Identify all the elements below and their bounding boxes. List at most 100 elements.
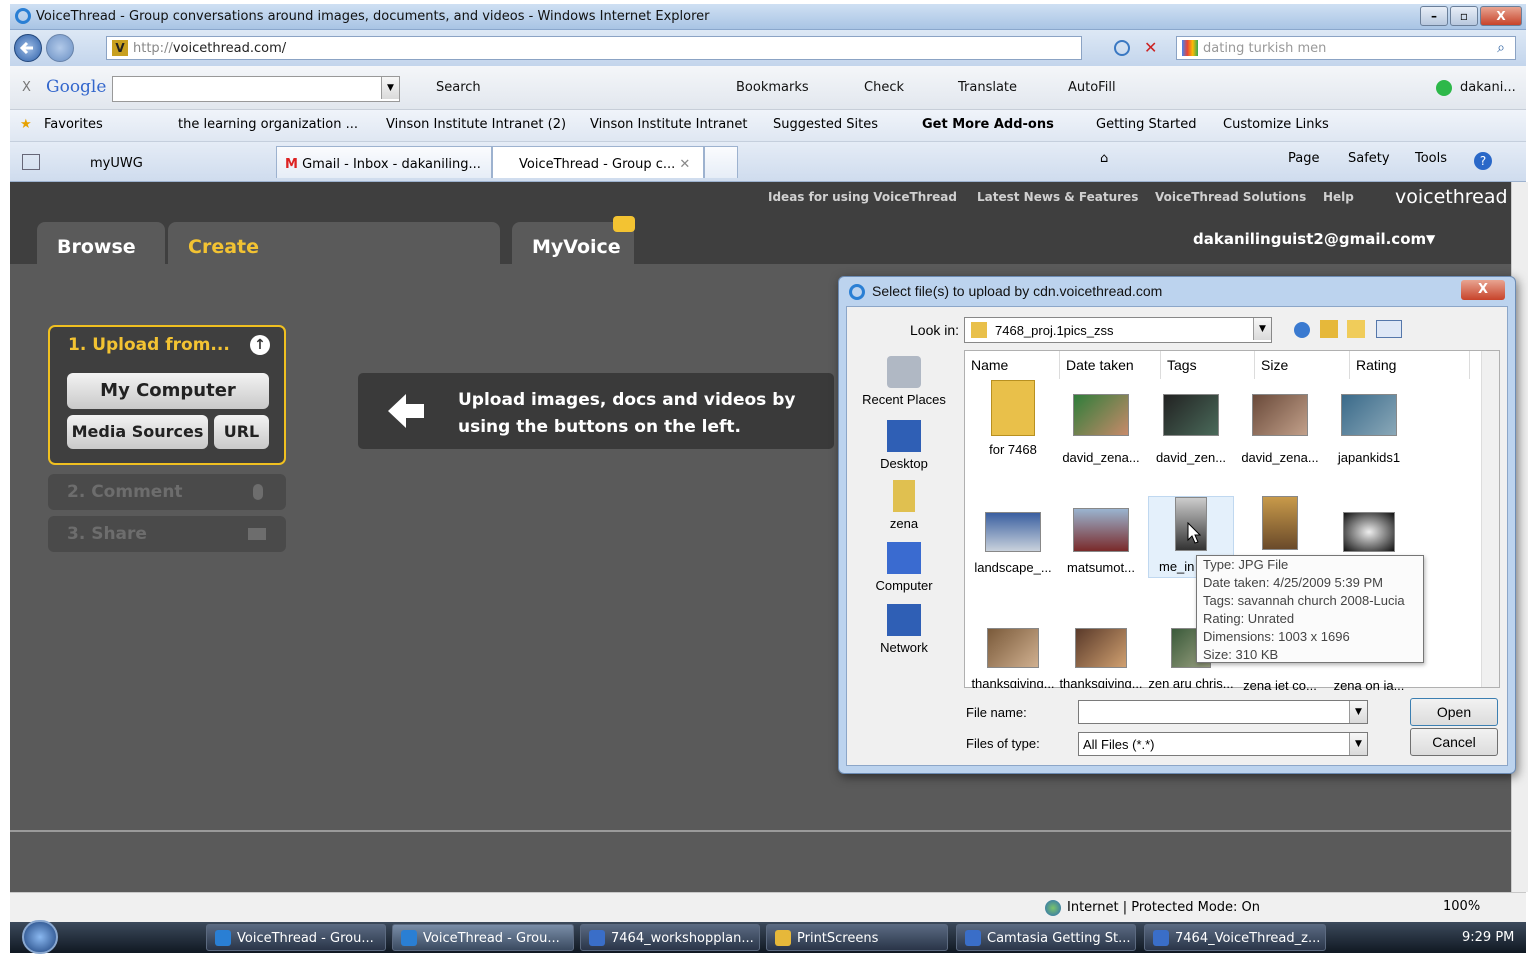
look-in-label: Look in: xyxy=(910,322,960,338)
fav-link-customize[interactable]: Customize Links xyxy=(1223,117,1329,132)
account-dropdown-icon[interactable]: ▼ xyxy=(1426,232,1435,246)
place-computer[interactable]: Computer xyxy=(858,542,950,593)
column-rating[interactable]: Rating xyxy=(1350,351,1470,379)
step-comment[interactable]: 2. Comment xyxy=(48,474,286,510)
dialog-close-button[interactable]: X xyxy=(1461,280,1505,300)
zoom-level[interactable]: 100% xyxy=(1443,899,1480,914)
step-share[interactable]: 3. Share xyxy=(48,516,286,552)
translate-button[interactable]: Translate xyxy=(958,80,1017,95)
file-item[interactable]: david_zen... xyxy=(1148,394,1234,465)
link-help[interactable]: Help xyxy=(1323,190,1354,204)
taskbar-item-workshopplan[interactable]: 7464_workshopplan... xyxy=(580,924,760,951)
favorites-button[interactable]: Favorites xyxy=(44,117,103,132)
link-ideas[interactable]: Ideas for using VoiceThread xyxy=(768,190,957,204)
my-computer-button[interactable]: My Computer xyxy=(67,373,269,409)
bookmarks-button[interactable]: Bookmarks xyxy=(736,80,809,95)
ie-icon xyxy=(215,930,231,946)
toolbar-close-button[interactable]: X xyxy=(22,80,31,95)
search-icon[interactable]: ⌕ xyxy=(1497,40,1505,56)
column-size[interactable]: Size xyxy=(1255,351,1350,379)
views-menu-icon[interactable] xyxy=(1376,320,1402,338)
place-network[interactable]: Network xyxy=(858,604,950,655)
look-in-dropdown[interactable]: 7468_proj.1pics_zss ▼ xyxy=(964,317,1272,343)
file-item-folder[interactable]: for 7468 xyxy=(970,380,1056,457)
new-folder-icon[interactable] xyxy=(1347,320,1365,338)
column-tags[interactable]: Tags xyxy=(1161,351,1255,379)
live-search-field[interactable]: dating turkish men ⌕ xyxy=(1176,36,1516,60)
back-button[interactable] xyxy=(14,34,42,62)
close-window-button[interactable]: X xyxy=(1480,6,1522,26)
tab-myuwg[interactable]: myUWG xyxy=(62,146,280,178)
upload-panel: 1. Upload from... ↑ My Computer Media So… xyxy=(48,325,286,465)
home-icon[interactable]: ⌂ xyxy=(1100,151,1108,166)
file-item[interactable]: matsumot... xyxy=(1058,508,1144,575)
security-zone[interactable]: Internet | Protected Mode: On xyxy=(1067,900,1260,915)
help-icon[interactable]: ? xyxy=(1474,152,1492,170)
fav-link-vinson[interactable]: Vinson Institute Intranet xyxy=(590,117,748,132)
link-solutions[interactable]: VoiceThread Solutions xyxy=(1155,190,1306,204)
url-field[interactable]: V http://voicethread.com/ xyxy=(106,36,1082,60)
place-recent[interactable]: Recent Places xyxy=(858,356,950,407)
safety-menu[interactable]: Safety xyxy=(1348,151,1390,166)
url-button[interactable]: URL xyxy=(214,415,269,449)
tools-menu[interactable]: Tools xyxy=(1415,151,1447,166)
cancel-button[interactable]: Cancel xyxy=(1410,728,1498,756)
taskbar-item-voicethread-1[interactable]: VoiceThread - Grou... xyxy=(206,924,386,951)
globe-icon xyxy=(1045,900,1061,916)
start-button-icon[interactable] xyxy=(22,920,58,954)
up-folder-icon[interactable] xyxy=(1320,320,1338,338)
file-label: thanksgiving... xyxy=(1059,676,1143,688)
file-list-scrollbar[interactable] xyxy=(1481,351,1499,687)
file-label: japankids1 xyxy=(1337,450,1401,465)
refresh-icon[interactable] xyxy=(1114,40,1130,56)
files-of-type-select[interactable]: All Files (*.*) ▼ xyxy=(1078,732,1368,756)
quick-tabs-icon[interactable] xyxy=(22,154,40,170)
new-tab-button[interactable] xyxy=(704,146,738,178)
nav-browse[interactable]: Browse xyxy=(37,222,165,264)
taskbar-label: 7464_VoiceThread_z... xyxy=(1175,931,1321,946)
maximize-button[interactable]: ▫ xyxy=(1450,6,1478,26)
file-item[interactable] xyxy=(1326,512,1412,552)
file-item[interactable]: thanksgiving... xyxy=(970,628,1056,688)
fav-link-suggested-sites[interactable]: Suggested Sites xyxy=(773,117,878,132)
fav-link-addons[interactable]: Get More Add-ons xyxy=(922,117,1054,132)
google-search-input[interactable]: ▼ xyxy=(112,76,400,102)
place-desktop[interactable]: Desktop xyxy=(858,420,950,471)
file-item[interactable] xyxy=(1237,496,1323,550)
user-email[interactable]: dakanilinguist2@gmail.com xyxy=(1193,230,1426,248)
tab-voicethread[interactable]: VoiceThread - Group c... ✕ xyxy=(492,146,704,178)
fav-link-learning-org[interactable]: the learning organization ... xyxy=(178,117,358,132)
minimize-button[interactable]: – xyxy=(1420,6,1448,26)
file-name-input[interactable]: ▼ xyxy=(1078,700,1368,724)
taskbar-item-printscreens[interactable]: PrintScreens xyxy=(766,924,948,951)
file-item[interactable]: david_zena... xyxy=(1237,394,1323,465)
place-zena[interactable]: zena xyxy=(858,480,950,531)
autofill-button[interactable]: AutoFill xyxy=(1068,80,1116,95)
column-date-taken[interactable]: Date taken xyxy=(1060,351,1161,379)
image-thumbnail xyxy=(1262,496,1298,550)
file-item[interactable]: japankids1 xyxy=(1326,394,1412,465)
forward-button[interactable] xyxy=(46,34,74,62)
file-item[interactable]: landscape_... xyxy=(970,512,1056,575)
account-button[interactable]: dakani... xyxy=(1460,80,1516,95)
nav-create[interactable]: Create xyxy=(168,222,500,264)
file-item[interactable]: thanksgiving... xyxy=(1058,628,1144,688)
open-button[interactable]: Open xyxy=(1410,698,1498,726)
taskbar-item-camtasia[interactable]: Camtasia Getting St... xyxy=(956,924,1136,951)
taskbar-item-voicethread-2[interactable]: VoiceThread - Grou... xyxy=(392,924,574,951)
media-sources-button[interactable]: Media Sources xyxy=(67,415,208,449)
tab-close-icon[interactable]: ✕ xyxy=(679,157,690,172)
page-menu[interactable]: Page xyxy=(1288,151,1319,166)
link-news[interactable]: Latest News & Features xyxy=(977,190,1138,204)
check-button[interactable]: Check xyxy=(864,80,904,95)
google-search-button[interactable]: Search xyxy=(436,80,481,95)
fav-link-vinson-2[interactable]: Vinson Institute Intranet (2) xyxy=(386,117,566,132)
fav-link-getting-started[interactable]: Getting Started xyxy=(1096,117,1197,132)
tab-gmail[interactable]: M Gmail - Inbox - dakaniling... xyxy=(276,146,492,178)
file-item[interactable]: david_zena... xyxy=(1058,394,1144,465)
stop-icon[interactable]: ✕ xyxy=(1144,38,1157,57)
clock[interactable]: 9:29 PM xyxy=(1462,930,1514,945)
back-folder-icon[interactable] xyxy=(1294,322,1310,338)
column-name[interactable]: Name xyxy=(965,351,1060,379)
taskbar-item-voicethread-doc[interactable]: 7464_VoiceThread_z... xyxy=(1144,924,1326,951)
